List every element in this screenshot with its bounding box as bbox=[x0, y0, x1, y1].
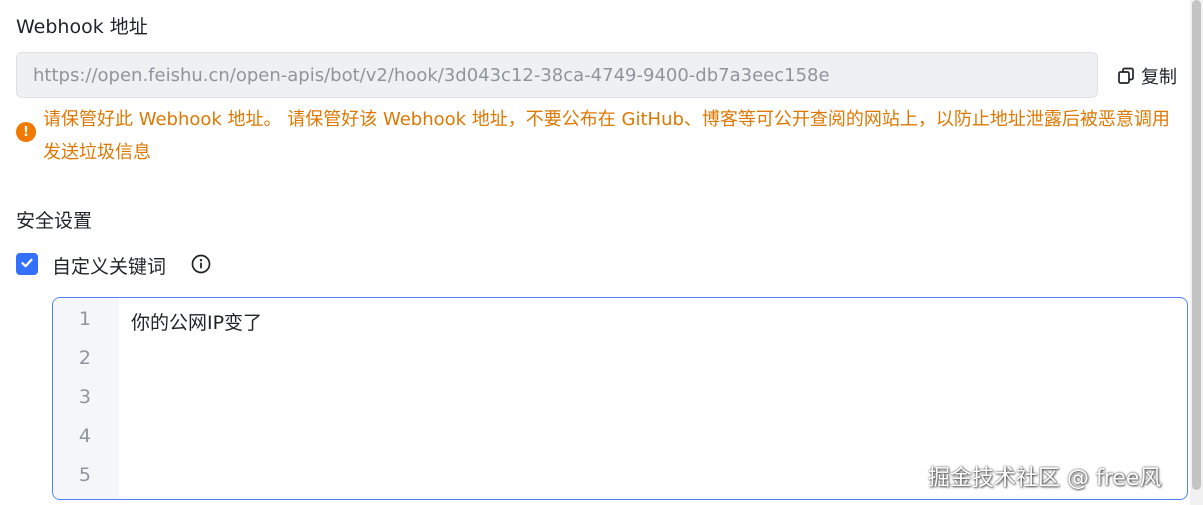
warning-text: 请保管好此 Webhook 地址。 请保管好该 Webhook 地址，不要公布在… bbox=[43, 109, 1170, 163]
info-icon[interactable] bbox=[190, 253, 212, 275]
scrollbar-thumb[interactable] bbox=[1192, 0, 1201, 490]
copy-button[interactable]: 复制 bbox=[1117, 63, 1177, 89]
line-number: 4 bbox=[78, 425, 91, 447]
webhook-warning: ! 请保管好此 Webhook 地址。 请保管好该 Webhook 地址，不要公… bbox=[16, 103, 1186, 169]
copy-label: 复制 bbox=[1141, 67, 1177, 88]
page-scrollbar[interactable] bbox=[1190, 0, 1203, 505]
security-settings-label: 安全设置 bbox=[16, 210, 93, 232]
webhook-label: Webhook 地址 bbox=[16, 16, 148, 38]
webhook-url-field[interactable]: https://open.feishu.cn/open-apis/bot/v2/… bbox=[16, 52, 1098, 98]
custom-keyword-label[interactable]: 自定义关键词 bbox=[52, 252, 166, 279]
line-number: 3 bbox=[78, 386, 91, 408]
line-number: 1 bbox=[78, 308, 91, 330]
exclamation-icon: ! bbox=[16, 122, 36, 142]
editor-line[interactable]: 你的公网IP变了 bbox=[131, 308, 262, 335]
line-number: 5 bbox=[78, 464, 91, 486]
checkmark-icon bbox=[20, 255, 34, 274]
copy-icon bbox=[1117, 67, 1135, 85]
line-number-gutter: 1 2 3 4 5 bbox=[53, 298, 119, 499]
line-number: 2 bbox=[78, 347, 91, 369]
webhook-url-text[interactable]: https://open.feishu.cn/open-apis/bot/v2/… bbox=[33, 65, 830, 86]
custom-keyword-checkbox[interactable] bbox=[16, 253, 38, 275]
watermark: 掘金技术社区 @ free风 bbox=[928, 466, 1162, 491]
